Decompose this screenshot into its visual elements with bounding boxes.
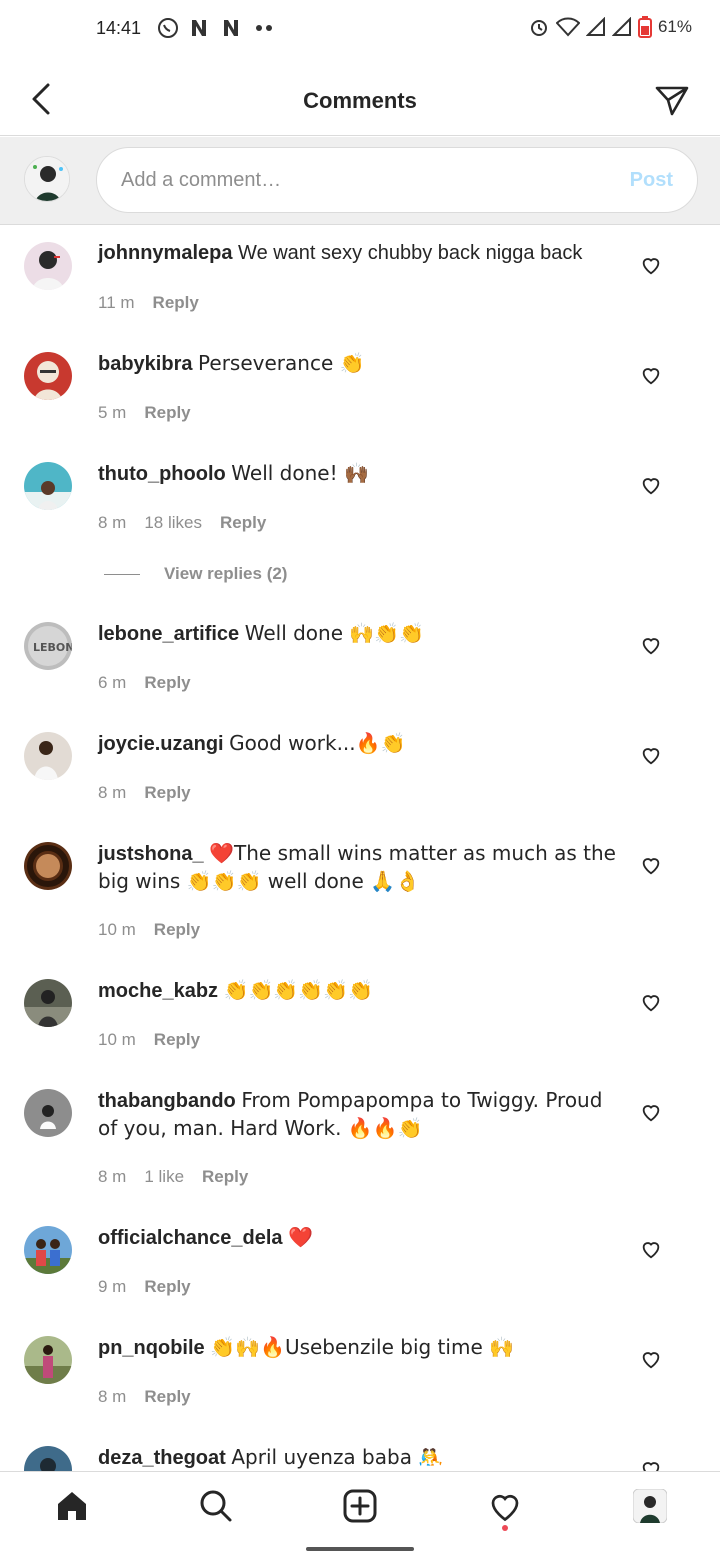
heart-icon[interactable] — [640, 474, 662, 496]
more-dots-icon — [254, 23, 276, 33]
comment-time: 11 m — [98, 293, 135, 312]
avatar[interactable] — [24, 1446, 72, 1471]
avatar[interactable] — [24, 1089, 72, 1137]
add-post-icon[interactable] — [340, 1486, 380, 1526]
netflix-icon — [222, 18, 244, 38]
header: Comments — [0, 60, 720, 136]
reply-button[interactable]: Reply — [144, 783, 190, 803]
comment-username[interactable]: thuto_phoolo — [98, 463, 226, 485]
home-icon[interactable] — [52, 1486, 92, 1526]
comment-username[interactable]: deza_thegoat — [98, 1447, 226, 1469]
comment-text: We want sexy chubby back nigga back — [238, 242, 583, 264]
avatar[interactable] — [24, 1226, 72, 1274]
comment-likes[interactable]: 1 like — [144, 1167, 184, 1187]
comment-text: 👏👏👏👏👏👏 — [223, 978, 374, 1002]
comment-text: 👏🙌🔥Usebenzile big time 🙌 — [210, 1335, 515, 1359]
heart-icon[interactable] — [640, 1101, 662, 1123]
netflix-icon — [190, 18, 212, 38]
post-button[interactable]: Post — [630, 169, 673, 192]
comments-list: johnnymalepa We want sexy chubby back ni… — [0, 226, 720, 1471]
comment-time: 5 m — [98, 403, 127, 422]
comment-text: Good work...🔥👏 — [229, 731, 406, 755]
comment-text: Perseverance 👏 — [198, 351, 365, 375]
battery-icon — [637, 16, 652, 38]
comment-username[interactable]: babykibra — [98, 353, 192, 375]
whatsapp-icon — [156, 16, 180, 40]
status-left-icons — [156, 16, 276, 40]
comment-username[interactable]: justshona_ — [98, 843, 204, 865]
comment-time: 10 m — [98, 1030, 136, 1049]
avatar[interactable] — [24, 842, 72, 890]
comment-text: ❤️ — [288, 1225, 313, 1249]
status-bar: 14:41 61% — [0, 0, 720, 60]
share-icon[interactable] — [654, 82, 690, 118]
comment-input[interactable]: Add a comment… Post — [96, 147, 698, 213]
reply-button[interactable]: Reply — [153, 293, 199, 313]
status-time: 14:41 — [96, 18, 142, 38]
comment-time: 8 m — [98, 1167, 127, 1186]
heart-icon[interactable] — [640, 991, 662, 1013]
heart-icon[interactable] — [640, 634, 662, 656]
reply-button[interactable]: Reply — [154, 920, 200, 940]
activity-heart-icon[interactable] — [485, 1486, 525, 1526]
comment-username[interactable]: johnnymalepa — [98, 242, 232, 264]
bottom-nav — [0, 1471, 720, 1539]
reply-button[interactable]: Reply — [144, 403, 190, 423]
battery-percent: 61% — [657, 17, 692, 36]
comment-text: April uyenza baba 🤼 — [231, 1445, 444, 1469]
profile-avatar[interactable] — [630, 1486, 670, 1526]
reply-button[interactable]: Reply — [154, 1030, 200, 1050]
heart-icon[interactable] — [640, 854, 662, 876]
svg-text:LEBONE: LEBONE — [33, 641, 72, 654]
comment-time: 10 m — [98, 920, 136, 939]
avatar[interactable] — [24, 462, 72, 510]
comment-time: 9 m — [98, 1277, 127, 1296]
comment-time: 8 m — [98, 513, 127, 532]
comment-placeholder: Add a comment… — [121, 169, 282, 191]
comment-time: 8 m — [98, 1387, 127, 1406]
signal-icon — [611, 17, 632, 37]
comment-likes[interactable]: 18 likes — [144, 513, 202, 533]
notification-dot — [502, 1525, 508, 1531]
status-right: 61% — [528, 16, 692, 38]
divider-line — [104, 573, 140, 575]
reply-button[interactable]: Reply — [144, 673, 190, 693]
comment-username[interactable]: joycie.uzangi — [98, 733, 224, 755]
wifi-icon — [555, 17, 580, 37]
heart-icon[interactable] — [640, 1348, 662, 1370]
comment-text: Well done 🙌👏👏 — [244, 621, 425, 645]
comment-username[interactable]: pn_nqobile — [98, 1337, 205, 1359]
reply-button[interactable]: Reply — [220, 513, 266, 533]
search-icon[interactable] — [196, 1486, 236, 1526]
avatar[interactable] — [24, 1336, 72, 1384]
comment-username[interactable]: lebone_artifice — [98, 623, 239, 645]
avatar[interactable] — [24, 352, 72, 400]
avatar[interactable] — [24, 979, 72, 1027]
comment-username[interactable]: moche_kabz — [98, 980, 218, 1002]
comment-time: 8 m — [98, 783, 127, 802]
heart-icon[interactable] — [640, 364, 662, 386]
heart-icon[interactable] — [640, 1458, 662, 1471]
heart-icon[interactable] — [640, 254, 662, 276]
signal-icon — [585, 17, 606, 37]
comment-username[interactable]: officialchance_dela — [98, 1227, 283, 1249]
avatar[interactable]: LEBONE — [24, 622, 72, 670]
avatar[interactable] — [24, 242, 72, 290]
heart-icon[interactable] — [640, 1238, 662, 1260]
view-replies-button[interactable]: View replies (2) — [104, 564, 287, 584]
avatar[interactable] — [24, 732, 72, 780]
page-title: Comments — [303, 88, 417, 113]
comment-text: Well done! 🙌🏾 — [231, 461, 369, 485]
comment-username[interactable]: thabangbando — [98, 1090, 236, 1112]
alarm-icon — [528, 16, 550, 38]
heart-icon[interactable] — [640, 744, 662, 766]
reply-button[interactable]: Reply — [144, 1277, 190, 1297]
comment-composer: Add a comment… Post — [0, 137, 720, 225]
gesture-bar — [306, 1547, 414, 1551]
reply-button[interactable]: Reply — [144, 1387, 190, 1407]
reply-button[interactable]: Reply — [202, 1167, 248, 1187]
view-replies-label: View replies (2) — [164, 564, 288, 583]
my-avatar — [24, 156, 70, 202]
comment-time: 6 m — [98, 673, 127, 692]
